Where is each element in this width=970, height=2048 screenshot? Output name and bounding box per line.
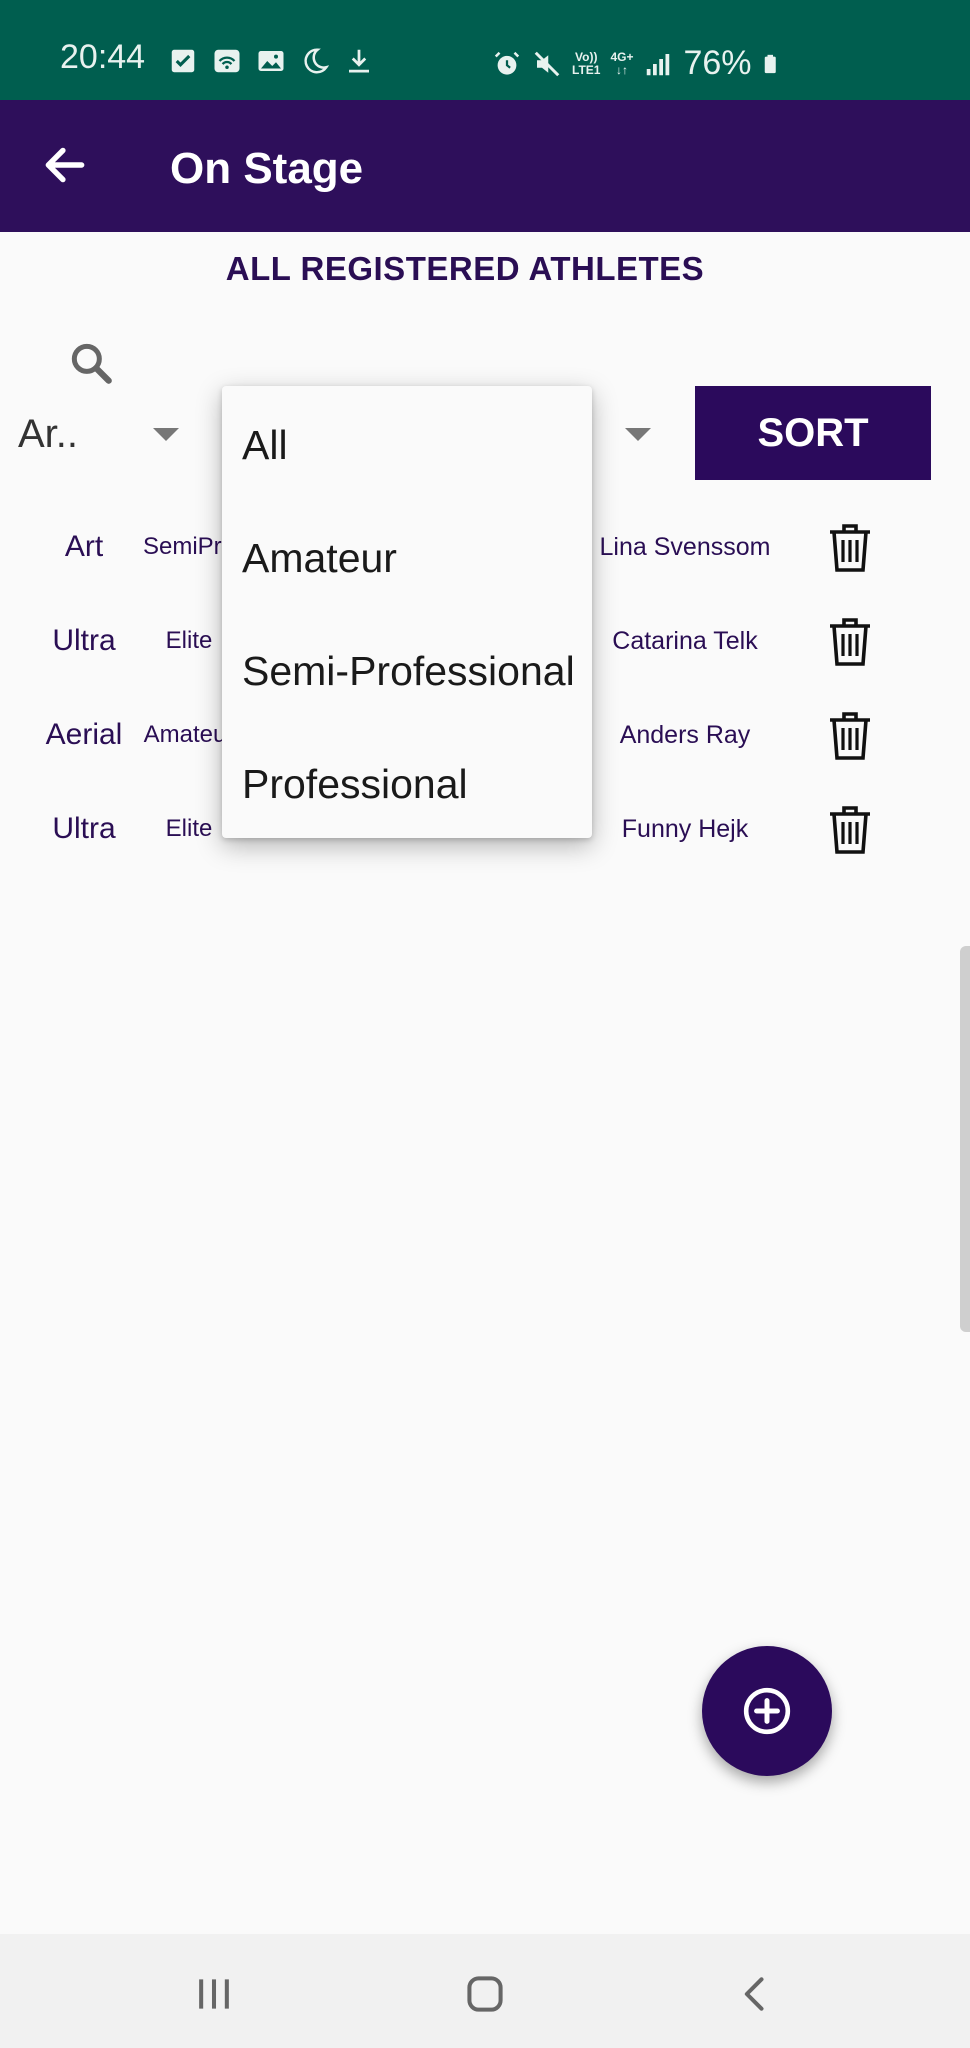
athlete-name: Funny Hejk: [621, 814, 749, 843]
type-filter-dropdown[interactable]: Ar..: [16, 400, 186, 470]
athlete-name: Lina Svenssom: [599, 532, 771, 561]
trash-icon[interactable]: [828, 710, 872, 762]
moon-icon: [304, 48, 330, 74]
trash-icon[interactable]: [828, 522, 872, 574]
image-icon: [258, 51, 284, 71]
add-circle-icon: [743, 1687, 791, 1735]
menu-option-all[interactable]: All: [242, 422, 288, 469]
download-icon: [349, 49, 369, 73]
battery-icon: [764, 54, 776, 73]
data-type-label: 4G+: [610, 49, 634, 64]
sort-button[interactable]: SORT: [695, 386, 931, 480]
status-icons-right: Vo)) LTE1 4G+ ↓↑ 76%: [492, 44, 784, 83]
add-athlete-button[interactable]: [702, 1646, 832, 1776]
search-icon[interactable]: [66, 338, 116, 388]
data-arrows: ↓↑: [615, 62, 628, 77]
level-filter-menu: All Amateur Semi-Professional Profession…: [222, 386, 592, 838]
page-heading: ALL REGISTERED ATHLETES: [225, 250, 705, 287]
trash-icon[interactable]: [828, 804, 872, 856]
signal-icon: [647, 53, 670, 75]
app-title: On Stage: [170, 144, 364, 193]
menu-option-professional[interactable]: Professional: [242, 761, 468, 808]
chevron-down-icon: [153, 428, 179, 441]
mute-icon: [534, 51, 560, 76]
back-nav-icon[interactable]: [734, 1972, 778, 2016]
network-top-label: Vo)): [575, 49, 598, 64]
home-icon[interactable]: [463, 1972, 507, 2016]
alarm-icon: [494, 51, 520, 75]
menu-option-semi-professional[interactable]: Semi-Professional: [242, 648, 575, 695]
status-bar: 20:44 Vo)) LTE1 4G+ ↓↑ 76%: [0, 0, 970, 100]
menu-option-amateur[interactable]: Amateur: [242, 535, 397, 582]
athlete-name: Anders Ray: [619, 720, 751, 749]
status-time: 20:44: [60, 38, 146, 76]
back-arrow-icon[interactable]: [40, 140, 90, 190]
status-icons-left: [168, 46, 374, 76]
scrollbar-thumb[interactable]: [960, 946, 970, 1332]
battery-percent: 76%: [683, 44, 752, 82]
type-filter-value: Ar..: [18, 412, 79, 456]
recent-apps-icon[interactable]: [192, 1972, 236, 2016]
network-type: Vo)) LTE1: [572, 49, 601, 77]
data-type: 4G+ ↓↑: [610, 49, 634, 77]
network-bottom-label: LTE1: [572, 62, 601, 77]
app-bar: [0, 100, 970, 232]
trash-icon[interactable]: [828, 616, 872, 668]
checkbox-icon: [171, 49, 195, 73]
athlete-name: Catarina Telk: [612, 626, 758, 655]
level-filter-chevron-down-icon[interactable]: [625, 428, 651, 441]
wifi-calling-icon: [214, 49, 240, 73]
